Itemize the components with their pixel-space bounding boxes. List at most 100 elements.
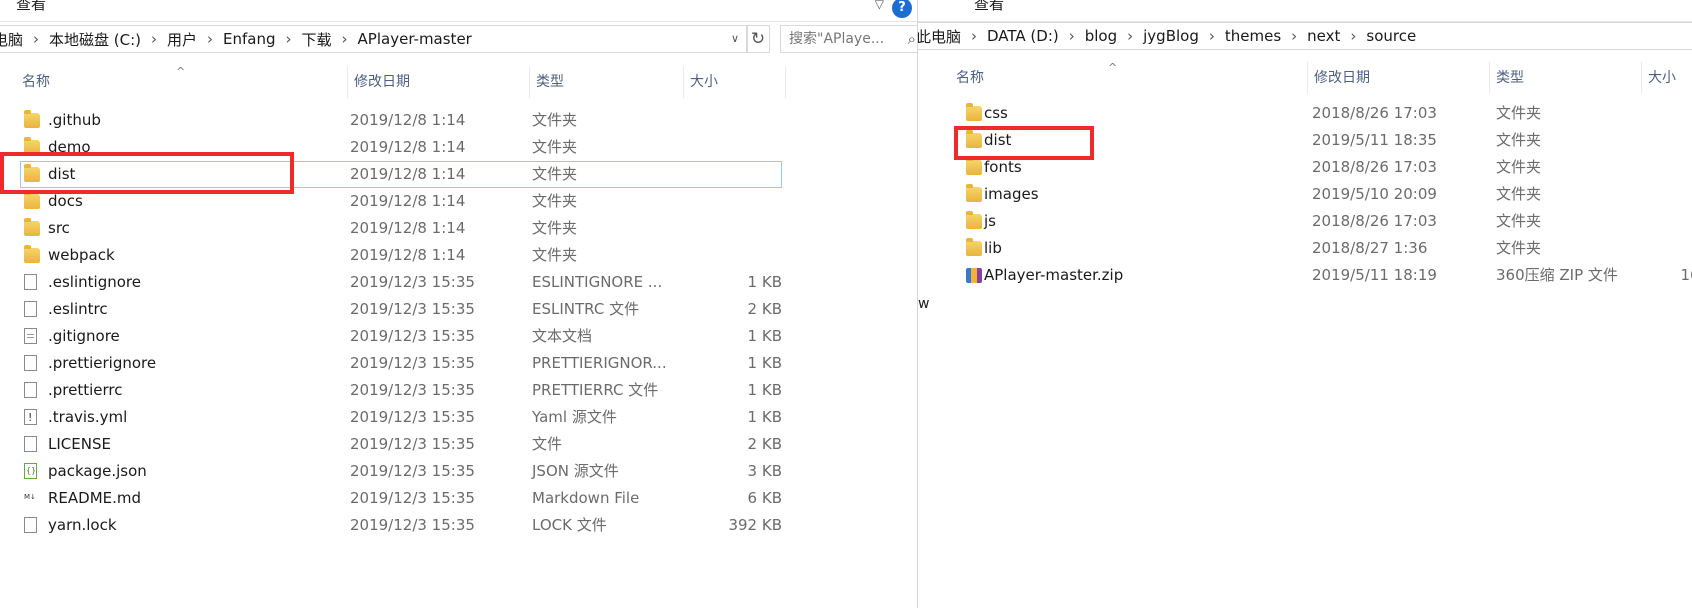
folder-icon <box>24 191 40 209</box>
file-row[interactable]: webpack 2019/12/8 1:14 文件夹 <box>0 242 918 269</box>
file-row[interactable]: .eslintrc 2019/12/3 15:35 ESLINTRC 文件 2 KB <box>0 296 918 323</box>
file-name: .prettierignore <box>48 354 157 372</box>
file-row[interactable]: lib 2018/8/27 1:36 文件夹 <box>918 235 1692 262</box>
breadcrumb-item[interactable]: 用户 <box>161 29 203 50</box>
file-type: 文件夹 <box>1496 131 1542 149</box>
column-header-row: 名称 ^ 修改日期 类型 大小 <box>918 62 1692 94</box>
file-date: 2018/8/26 17:03 <box>1312 104 1437 122</box>
file-date: 2018/8/26 17:03 <box>1312 158 1437 176</box>
breadcrumb-item[interactable]: 电脑 <box>0 29 29 50</box>
chevron-right-icon[interactable]: › <box>1065 27 1079 45</box>
column-header-date[interactable]: 修改日期 <box>350 66 530 98</box>
breadcrumb-item[interactable]: source <box>1360 27 1422 45</box>
chevron-right-icon[interactable]: › <box>1346 27 1360 45</box>
file-row[interactable]: yarn.lock 2019/12/3 15:35 LOCK 文件 392 KB <box>0 512 918 539</box>
file-type: 文件夹 <box>532 192 578 210</box>
file-row[interactable]: LICENSE 2019/12/3 15:35 文件 2 KB <box>0 431 918 458</box>
file-row[interactable]: README.md 2019/12/3 15:35 Markdown File 6 K… <box>0 484 918 512</box>
ribbon-tab-view[interactable]: 查看 <box>16 0 46 14</box>
file-date: 2019/12/3 15:35 <box>350 516 475 534</box>
column-header-size[interactable]: 大小 <box>1644 62 1692 94</box>
chevron-right-icon[interactable]: › <box>1123 27 1137 45</box>
file-size: 3 KB <box>747 462 782 480</box>
help-icon[interactable]: ? <box>892 0 912 18</box>
breadcrumb-item[interactable]: themes <box>1219 27 1287 45</box>
column-header-row: 名称 ^ 修改日期 类型 大小 <box>0 66 918 98</box>
file-row[interactable]: APlayer-master.zip 2019/5/11 18:19 360压缩 Z… <box>918 262 1692 289</box>
chevron-right-icon[interactable]: › <box>1205 27 1219 45</box>
file-row[interactable]: src 2019/12/8 1:14 文件夹 <box>0 215 918 242</box>
file-date: 2019/12/8 1:14 <box>350 219 466 237</box>
file-row[interactable]: .gitignore 2019/12/3 15:35 文本文档 1 KB <box>0 323 918 350</box>
file-name: js <box>984 212 996 230</box>
column-header-size[interactable]: 大小 <box>686 66 786 98</box>
address-dropdown-icon[interactable]: ∨ <box>725 26 745 52</box>
breadcrumb-item[interactable]: DATA (D:) <box>981 27 1065 45</box>
address-bar[interactable]: 此电脑 › DATA (D:) › blog › jygBlog › theme… <box>918 22 1692 50</box>
refresh-icon[interactable]: ↻ <box>746 25 770 53</box>
file-row[interactable]: images 2019/5/10 20:09 文件夹 <box>918 181 1692 208</box>
breadcrumb-item[interactable]: APlayer-master <box>352 30 478 48</box>
breadcrumb-item[interactable]: next <box>1301 27 1346 45</box>
file-name: css <box>984 104 1008 122</box>
chevron-right-icon[interactable]: › <box>147 30 161 48</box>
folder-icon <box>966 157 982 175</box>
file-row[interactable]: .github 2019/12/8 1:14 文件夹 <box>0 107 918 134</box>
breadcrumb-item[interactable]: blog <box>1079 27 1123 45</box>
file-row[interactable]: .travis.yml 2019/12/3 15:35 Yaml 源文件 1 KB <box>0 404 918 431</box>
file-date: 2019/5/11 18:19 <box>1312 266 1437 284</box>
file-type: ESLINTRC 文件 <box>532 300 640 318</box>
search-icon[interactable]: ⌕ <box>908 26 916 52</box>
file-icon <box>24 517 37 533</box>
file-row[interactable]: .prettierrc 2019/12/3 15:35 PRETTIERRC 文件 1… <box>0 377 918 404</box>
file-date: 2018/8/26 17:03 <box>1312 212 1437 230</box>
folder-icon <box>966 184 982 202</box>
chevron-right-icon[interactable]: › <box>29 30 43 48</box>
file-row[interactable]: .prettierignore 2019/12/3 15:35 PRETTIERIG… <box>0 350 918 377</box>
file-name: package.json <box>48 462 147 480</box>
chevron-right-icon[interactable]: › <box>338 30 352 48</box>
breadcrumb-item[interactable]: 下载 <box>296 29 338 50</box>
search-placeholder: 搜索"APlaye... <box>789 31 885 47</box>
file-size: 2 KB <box>747 300 782 318</box>
chevron-right-icon[interactable]: › <box>282 30 296 48</box>
column-header-name[interactable]: 名称 <box>952 62 1308 94</box>
file-icon <box>24 355 37 371</box>
stray-text: w <box>918 296 930 312</box>
column-header-date[interactable]: 修改日期 <box>1310 62 1490 94</box>
column-header-type[interactable]: 类型 <box>532 66 684 98</box>
file-size: 1 KB <box>747 327 782 345</box>
file-size: 1 KB <box>747 273 782 291</box>
breadcrumb-item[interactable]: 此电脑 <box>918 26 967 47</box>
breadcrumb-item[interactable]: Enfang <box>217 30 282 48</box>
breadcrumb-item[interactable]: 本地磁盘 (C:) <box>43 29 147 50</box>
ribbon-bar: 查看 <box>918 0 1692 22</box>
file-type: Yaml 源文件 <box>532 408 617 426</box>
file-type: Markdown File <box>532 489 640 507</box>
file-type: 文件夹 <box>1496 185 1542 203</box>
file-type: 文件夹 <box>532 219 578 237</box>
file-type: 文件 <box>532 435 563 453</box>
file-name: yarn.lock <box>48 516 117 534</box>
column-header-type[interactable]: 类型 <box>1492 62 1642 94</box>
file-row[interactable]: package.json 2019/12/3 15:35 JSON 源文件 3 KB <box>0 457 918 485</box>
chevron-right-icon[interactable]: › <box>967 27 981 45</box>
highlight-box <box>0 152 294 194</box>
address-bar[interactable]: 电脑 › 本地磁盘 (C:) › 用户 › Enfang › 下载 › APla… <box>0 25 748 53</box>
file-name: src <box>48 219 70 237</box>
file-name: .prettierrc <box>48 381 123 399</box>
file-name: .eslintrc <box>48 300 108 318</box>
ribbon-collapse-icon[interactable]: ▽ <box>875 0 884 11</box>
file-name: .travis.yml <box>48 408 128 426</box>
breadcrumb-item[interactable]: jygBlog <box>1137 27 1205 45</box>
file-size: 6 KB <box>747 489 782 507</box>
file-row[interactable]: js 2018/8/26 17:03 文件夹 <box>918 208 1692 235</box>
ribbon-tab-view[interactable]: 查看 <box>974 0 1004 14</box>
file-row[interactable]: .eslintignore 2019/12/3 15:35 ESLINTIGNORE… <box>0 269 918 296</box>
markdown-file-icon <box>24 484 37 511</box>
search-input[interactable]: 搜索"APlaye... ⌕ <box>780 25 918 53</box>
chevron-right-icon[interactable]: › <box>203 30 217 48</box>
chevron-right-icon[interactable]: › <box>1287 27 1301 45</box>
file-row[interactable]: css 2018/8/26 17:03 文件夹 <box>918 100 1692 127</box>
file-name: README.md <box>48 489 142 507</box>
